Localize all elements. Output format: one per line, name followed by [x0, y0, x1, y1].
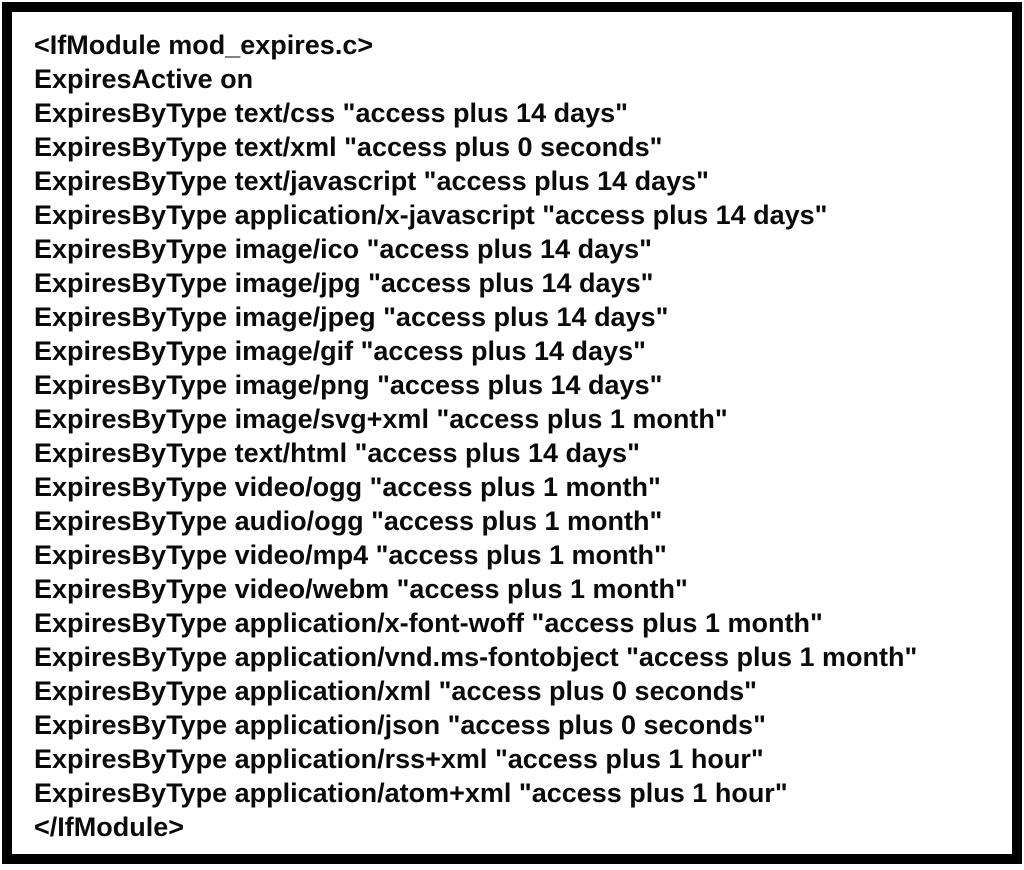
- code-line: ExpiresByType application/x-javascript "…: [34, 198, 998, 232]
- code-line: ExpiresByType image/jpg "access plus 14 …: [34, 266, 998, 300]
- code-line: ExpiresByType application/x-font-woff "a…: [34, 606, 998, 640]
- code-line: ExpiresByType image/jpeg "access plus 14…: [34, 300, 998, 334]
- code-line: ExpiresActive on: [34, 62, 998, 96]
- code-line: ExpiresByType text/xml "access plus 0 se…: [34, 130, 998, 164]
- code-line: ExpiresByType text/css "access plus 14 d…: [34, 96, 998, 130]
- code-line: ExpiresByType application/json "access p…: [34, 708, 998, 742]
- code-line: ExpiresByType image/gif "access plus 14 …: [34, 334, 998, 368]
- code-line: ExpiresByType text/html "access plus 14 …: [34, 436, 998, 470]
- code-line: ExpiresByType application/atom+xml "acce…: [34, 776, 998, 810]
- code-line: <IfModule mod_expires.c>: [34, 28, 998, 62]
- code-line: ExpiresByType image/png "access plus 14 …: [34, 368, 998, 402]
- code-line: ExpiresByType image/svg+xml "access plus…: [34, 402, 998, 436]
- code-line: ExpiresByType video/mp4 "access plus 1 m…: [34, 538, 998, 572]
- code-line: </IfModule>: [34, 810, 998, 844]
- code-line: ExpiresByType application/rss+xml "acces…: [34, 742, 998, 776]
- code-line: ExpiresByType text/javascript "access pl…: [34, 164, 998, 198]
- code-line: ExpiresByType video/ogg "access plus 1 m…: [34, 470, 998, 504]
- code-line: ExpiresByType image/ico "access plus 14 …: [34, 232, 998, 266]
- code-line: ExpiresByType audio/ogg "access plus 1 m…: [34, 504, 998, 538]
- code-line: ExpiresByType video/webm "access plus 1 …: [34, 572, 998, 606]
- code-line: ExpiresByType application/xml "access pl…: [34, 674, 998, 708]
- code-block: <IfModule mod_expires.c> ExpiresActive o…: [2, 2, 1022, 864]
- code-line: ExpiresByType application/vnd.ms-fontobj…: [34, 640, 998, 674]
